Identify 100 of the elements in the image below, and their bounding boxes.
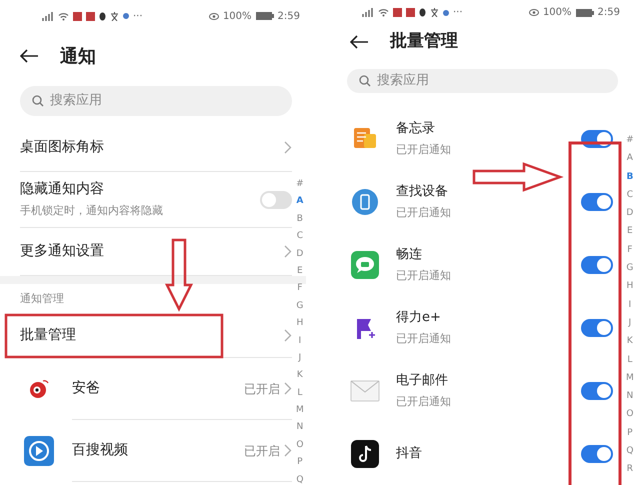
battery-icon <box>576 8 594 17</box>
index-letter[interactable]: N <box>626 392 634 402</box>
battery-icon <box>256 12 274 20</box>
setting-description: 手机锁定时，通知内容将隐藏 <box>20 203 163 220</box>
envelope-icon <box>350 380 380 402</box>
app-row[interactable]: 抖音 <box>320 422 616 485</box>
index-letter[interactable]: C <box>296 232 304 242</box>
index-letter[interactable]: Q <box>296 476 304 485</box>
chevron-icon <box>284 329 292 342</box>
chevron-icon <box>284 245 292 258</box>
search-placeholder: 搜索应用 <box>377 72 429 90</box>
app-name: 百搜视频 <box>72 441 128 460</box>
index-letter[interactable]: B <box>626 172 634 182</box>
app-row[interactable]: 得力e+ 已开启通知 <box>320 296 616 359</box>
index-letter[interactable]: Q <box>626 447 634 456</box>
setting-label: 更多通知设置 <box>20 242 104 261</box>
app-row[interactable]: 电子邮件 已开启通知 <box>320 359 616 422</box>
index-letter[interactable]: # <box>626 136 634 145</box>
app-row[interactable]: 安爸 已开启 <box>0 358 292 420</box>
index-letter[interactable]: L <box>297 388 302 398</box>
index-letter[interactable]: E <box>627 227 633 236</box>
signal-icon <box>362 8 374 18</box>
index-letter[interactable]: G <box>626 264 634 274</box>
chevron-icon <box>284 444 292 457</box>
eye-icon <box>208 12 219 20</box>
app-name: 查找设备 <box>396 183 449 201</box>
setting-label: 桌面图标角标 <box>20 138 104 157</box>
wifi-icon <box>58 12 69 20</box>
index-letter[interactable]: E <box>297 266 303 276</box>
row-label: 批量管理 <box>20 326 76 345</box>
toggle-switch[interactable] <box>581 318 613 336</box>
search-field[interactable]: 搜索应用 <box>347 68 618 93</box>
index-letter[interactable]: O <box>296 440 304 450</box>
batch-management-row[interactable]: 批量管理 <box>20 314 292 358</box>
index-letter[interactable]: I <box>628 300 632 310</box>
app-name: 安爸 <box>72 379 100 398</box>
settings-row[interactable]: 隐藏通知内容 手机锁定时，通知内容将隐藏 <box>20 172 292 228</box>
index-letter[interactable]: P <box>627 428 633 438</box>
index-letter[interactable]: N <box>296 423 304 432</box>
index-letter[interactable]: B <box>296 214 303 224</box>
back-arrow-icon[interactable] <box>20 49 38 63</box>
app-status: 已开启 <box>244 380 280 398</box>
play-icon <box>24 436 54 466</box>
app-status: 已开启通知 <box>396 268 452 284</box>
index-letter[interactable]: A <box>626 154 633 164</box>
clock-time: 2:59 <box>278 10 300 24</box>
settings-row[interactable]: 桌面图标角标 <box>20 124 292 172</box>
index-letter[interactable]: A <box>296 197 304 206</box>
app-status: 已开启通知 <box>396 330 452 346</box>
setting-label: 隐藏通知内容 <box>20 180 105 200</box>
index-letter[interactable]: P <box>297 458 303 468</box>
search-field[interactable]: 搜索应用 <box>20 86 292 116</box>
app-status: 已开启通知 <box>396 142 452 158</box>
toggle-switch[interactable] <box>260 190 292 208</box>
index-letter[interactable]: # <box>296 180 304 189</box>
index-letter[interactable]: J <box>628 318 632 328</box>
index-letter[interactable]: O <box>626 410 634 420</box>
app-name: 备忘录 <box>396 120 436 138</box>
phone-icon <box>351 188 379 216</box>
index-letter[interactable]: M <box>296 406 304 416</box>
index-letter[interactable]: F <box>627 246 632 255</box>
clock-time: 2:59 <box>598 6 620 20</box>
index-letter[interactable]: I <box>298 336 302 346</box>
app-name: 抖音 <box>396 444 423 463</box>
index-letter[interactable]: L <box>627 356 632 365</box>
app-row[interactable]: 畅连 已开启通知 <box>320 233 616 296</box>
app-row[interactable]: 查找设备 已开启通知 <box>320 170 616 233</box>
app-status: 已开启 <box>244 442 280 460</box>
battery-percentage: 100% <box>222 10 252 24</box>
app-row[interactable]: 百搜视频 已开启 <box>0 420 292 482</box>
page-title: 通知 <box>60 44 96 68</box>
index-letter[interactable]: H <box>296 319 304 328</box>
chevron-icon <box>284 141 292 154</box>
index-letter[interactable]: D <box>626 209 634 218</box>
toggle-switch[interactable] <box>581 256 613 274</box>
index-letter[interactable]: R <box>626 465 634 474</box>
music-note-icon <box>351 440 379 468</box>
app-row[interactable]: 备忘录 已开启通知 <box>320 107 616 170</box>
index-letter[interactable]: M <box>626 374 634 383</box>
index-letter[interactable]: C <box>626 190 634 200</box>
search-icon <box>32 95 44 107</box>
index-letter[interactable]: K <box>296 371 303 380</box>
toggle-switch[interactable] <box>581 444 613 462</box>
index-letter[interactable]: G <box>296 302 304 311</box>
app-status: 已开启通知 <box>396 204 452 220</box>
index-letter[interactable]: F <box>297 284 302 294</box>
more-notifications: ··· <box>133 10 143 24</box>
toggle-switch[interactable] <box>581 192 613 210</box>
index-letter[interactable]: J <box>298 354 302 363</box>
index-letter[interactable]: H <box>626 282 634 292</box>
index-letter[interactable]: D <box>296 250 304 259</box>
app-name: 畅连 <box>396 246 423 264</box>
toggle-switch[interactable] <box>581 382 613 400</box>
app-name: 电子邮件 <box>396 372 449 390</box>
back-arrow-icon[interactable] <box>350 34 368 49</box>
app-name: 得力e+ <box>396 309 442 327</box>
chevron-icon <box>284 382 292 395</box>
index-letter[interactable]: K <box>626 337 633 346</box>
page-title: 批量管理 <box>390 30 458 54</box>
chat-icon <box>351 250 379 278</box>
